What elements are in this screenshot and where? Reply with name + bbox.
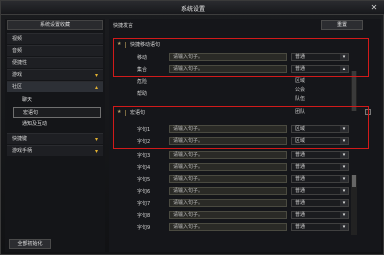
sentence-input[interactable]: 请输入句子。 [169, 223, 287, 231]
row-label: 字句8 [137, 213, 151, 219]
chevron-down-icon: ▾ [94, 148, 98, 155]
chevron-down-icon[interactable]: ▾ [340, 152, 348, 158]
sentence-input[interactable]: 请输入句子。 [169, 211, 287, 219]
close-icon[interactable]: ✕ [369, 3, 379, 13]
channel-value: 普通 [295, 176, 306, 182]
channel-dropdown[interactable]: 普通 ▾ [291, 163, 349, 171]
scroll-thumb[interactable] [352, 71, 356, 111]
sentence-input[interactable]: 请输入句子。 [169, 199, 287, 207]
channel-dropdown[interactable]: 普通 ▾ [291, 187, 349, 195]
nav-item-game[interactable]: 游戏 ▾ [7, 69, 103, 80]
channel-value: 普通 [295, 224, 306, 230]
nav-label: 便捷性 [12, 60, 28, 66]
channel-value: 普通 [295, 188, 306, 194]
section2-scrollbar[interactable] [351, 175, 357, 235]
scroll-thumb[interactable] [352, 175, 356, 187]
section1-scrollbar[interactable] [351, 71, 357, 111]
nav-label: 游戏手柄 [12, 148, 33, 154]
section-heading-quick-chat: 快捷发言 [113, 23, 134, 29]
channel-option[interactable]: 队伍 [295, 95, 305, 102]
nav-sub-label: 宏语句 [23, 110, 39, 116]
window-title: 系统设置 [180, 6, 205, 13]
highlight-box [113, 38, 369, 77]
settings-window: 系统设置 ✕ 系统设置收藏 视频 音频 便捷性 游戏 ▾ 社区 ▴ 聊天 宏语句… [0, 0, 384, 255]
nav-label: 社区 [12, 84, 23, 90]
sentence-input[interactable]: 请输入句子。 [169, 163, 287, 171]
channel-value: 普通 [295, 212, 306, 218]
nav-item-audio[interactable]: 音频 [7, 45, 103, 56]
row-label: 字句3 [137, 153, 151, 159]
nav-label: 游戏 [12, 72, 23, 78]
chevron-down-icon[interactable]: ▾ [340, 188, 348, 194]
nav-label: 快捷键 [12, 136, 28, 142]
row-label: 帮助 [137, 91, 148, 97]
nav-label: 音频 [12, 48, 23, 54]
reset-all-button[interactable]: 全部初始化 [9, 239, 51, 249]
left-nav-panel: 系统设置收藏 视频 音频 便捷性 游戏 ▾ 社区 ▴ 聊天 宏语句 通知及互动 … [5, 19, 105, 252]
row-label: 字句4 [137, 165, 151, 171]
channel-value: 普通 [295, 152, 306, 158]
nav-item-video[interactable]: 视频 [7, 33, 103, 44]
row-label: 字句9 [137, 225, 151, 231]
nav-item-community[interactable]: 社区 ▴ [7, 81, 103, 92]
nav-label: 视频 [12, 36, 23, 42]
channel-dropdown[interactable]: 普通 ▾ [291, 199, 349, 207]
highlight-box [113, 106, 369, 149]
nav-sub-label: 通知及互动 [22, 121, 48, 127]
row-label: 危险 [137, 79, 148, 85]
chevron-down-icon[interactable]: ▾ [340, 200, 348, 206]
reset-button[interactable]: 重置 [321, 20, 363, 30]
channel-dropdown[interactable]: 普通 ▾ [291, 223, 349, 231]
channel-dropdown[interactable]: 普通 ▾ [291, 175, 349, 183]
row-label: 字句6 [137, 189, 151, 195]
nav-sub-chat[interactable]: 聊天 [13, 95, 101, 106]
titlebar: 系统设置 ✕ [1, 1, 384, 15]
chevron-down-icon: ▾ [94, 136, 98, 143]
row-label: 字句7 [137, 201, 151, 207]
sentence-input[interactable]: 请输入句子。 [169, 187, 287, 195]
sentence-input[interactable]: 请输入句子。 [169, 151, 287, 159]
channel-dropdown[interactable]: 普通 ▾ [291, 151, 349, 159]
nav-sub-label: 聊天 [22, 97, 33, 103]
channel-value: 普通 [295, 164, 306, 170]
settings-content-panel: 快捷发言 重置 ★ 快捷移动语句 移动 请输入句子。 普通 ▾ 集合 请输入句子… [109, 19, 381, 252]
chevron-up-icon: ▴ [94, 84, 98, 91]
nav-item-convenience[interactable]: 便捷性 [7, 57, 103, 68]
nav-item-hotkeys[interactable]: 快捷键 ▾ [7, 133, 103, 144]
chevron-down-icon[interactable]: ▾ [340, 164, 348, 170]
channel-option[interactable]: 区域 [295, 77, 305, 84]
nav-sub-macro[interactable]: 宏语句 [13, 107, 101, 118]
channel-value: 普通 [295, 200, 306, 206]
channel-option[interactable]: 公会 [295, 86, 305, 93]
nav-header-favorites[interactable]: 系统设置收藏 [7, 20, 103, 30]
channel-dropdown[interactable]: 普通 ▾ [291, 211, 349, 219]
chevron-down-icon[interactable]: ▾ [340, 224, 348, 230]
row-label: 字句5 [137, 177, 151, 183]
nav-item-gamepad[interactable]: 游戏手柄 ▾ [7, 145, 103, 156]
chevron-down-icon[interactable]: ▾ [340, 212, 348, 218]
nav-sub-notify[interactable]: 通知及互动 [13, 119, 101, 130]
sentence-input[interactable]: 请输入句子。 [169, 175, 287, 183]
chevron-down-icon: ▾ [94, 72, 98, 79]
chevron-down-icon[interactable]: ▾ [340, 176, 348, 182]
